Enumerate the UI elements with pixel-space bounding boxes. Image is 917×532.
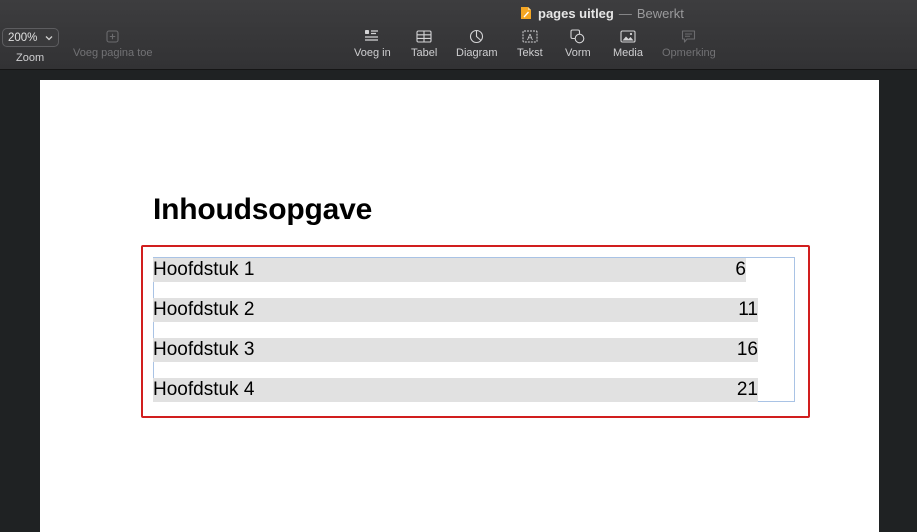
highlight-annotation [141, 245, 810, 418]
zoom-label: Zoom [16, 52, 45, 64]
text-button[interactable]: A Tekst [517, 26, 543, 59]
pages-window: pages uitleg — Bewerkt 200% Zoom Voeg pa… [0, 0, 917, 532]
toc-heading[interactable]: Inhoudsopgave [153, 193, 372, 227]
document-page[interactable]: Inhoudsopgave Hoofdstuk 1 6 Hoofdstuk 2 … [40, 80, 879, 532]
shape-label: Vorm [565, 47, 591, 59]
media-button[interactable]: Media [613, 26, 643, 59]
document-name: pages uitleg [538, 5, 614, 21]
shape-button[interactable]: Vorm [565, 26, 591, 59]
table-label: Tabel [411, 47, 438, 59]
document-status: Bewerkt [636, 5, 684, 21]
chevron-down-icon [45, 35, 53, 40]
text-label: Tekst [517, 47, 543, 59]
plus-square-icon [106, 26, 119, 46]
insert-button[interactable]: Voeg in [354, 26, 391, 59]
add-page-label: Voeg pagina toe [73, 47, 153, 59]
zoom-value: 200% [8, 31, 38, 44]
toolbar: pages uitleg — Bewerkt 200% Zoom Voeg pa… [0, 0, 917, 70]
photo-icon [620, 26, 636, 46]
add-page-button[interactable]: Voeg pagina toe [73, 26, 153, 59]
title-separator: — [618, 5, 632, 21]
text-box-icon: A [522, 26, 538, 46]
table-icon [416, 26, 432, 46]
insert-label: Voeg in [354, 47, 391, 59]
media-label: Media [613, 47, 643, 59]
shape-icon [570, 26, 585, 46]
svg-text:A: A [527, 32, 533, 42]
insert-list-icon [364, 26, 380, 46]
comment-icon [681, 26, 696, 46]
comment-label: Opmerking [662, 47, 716, 59]
pie-chart-icon [469, 26, 484, 46]
comment-button[interactable]: Opmerking [662, 26, 716, 59]
chart-label: Diagram [456, 47, 498, 59]
chart-button[interactable]: Diagram [456, 26, 498, 59]
zoom-select[interactable]: 200% [2, 28, 59, 47]
window-title: pages uitleg — Bewerkt [520, 4, 684, 22]
table-button[interactable]: Tabel [411, 26, 437, 59]
pages-document-icon [520, 6, 532, 20]
